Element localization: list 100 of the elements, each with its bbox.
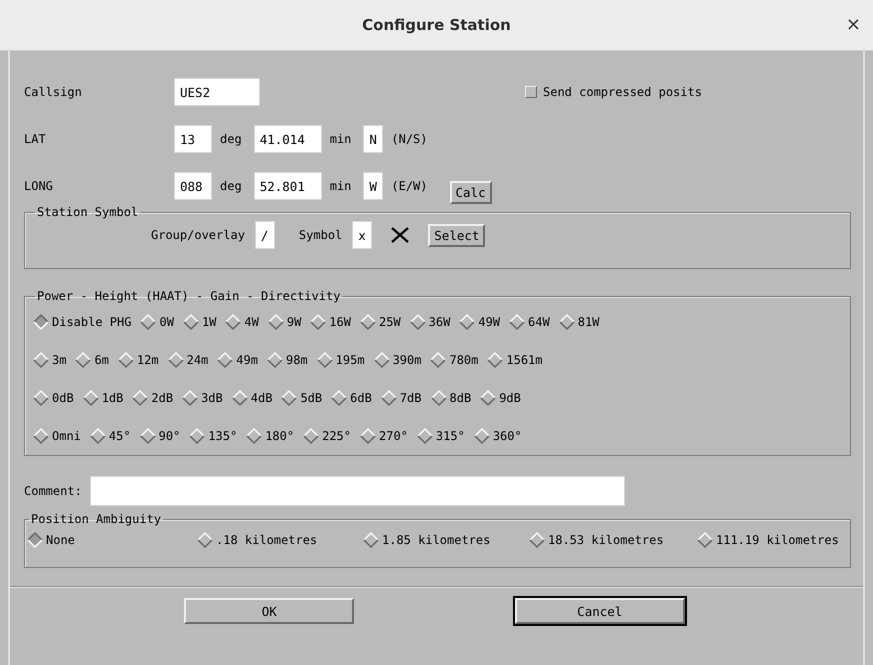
radio-label: 3m (52, 353, 66, 367)
radio-button[interactable] (182, 314, 199, 330)
radio-button[interactable] (374, 352, 390, 368)
callsign-label: Callsign (24, 85, 83, 99)
radio-button[interactable] (246, 428, 262, 444)
radio-label: 180° (265, 429, 294, 443)
radio-label: 780m (449, 353, 478, 367)
radio-button[interactable] (140, 314, 156, 330)
radio-button[interactable] (480, 390, 496, 406)
radio-button[interactable] (82, 390, 99, 406)
radio-button[interactable] (430, 352, 446, 368)
radio-button[interactable] (529, 532, 545, 548)
minutes-field[interactable]: 41.014 (254, 125, 322, 153)
unit-label: min (330, 179, 352, 193)
radio-button[interactable] (380, 390, 397, 406)
radio-label: 5dB (300, 391, 322, 405)
radio-button[interactable] (33, 428, 49, 444)
close-button[interactable]: × (842, 14, 865, 35)
symbol-field[interactable]: x (352, 221, 372, 249)
radio-button[interactable] (303, 428, 320, 444)
radio-button[interactable] (310, 314, 326, 330)
radio-button[interactable] (416, 428, 433, 444)
radio-label: 111.19 kilometres (716, 533, 839, 547)
radio-button[interactable] (363, 532, 379, 548)
radio-label: 81W (578, 315, 600, 329)
checkbox-label: Send compressed posits (543, 85, 702, 99)
callsign-field[interactable]: UES2 (174, 78, 260, 106)
radio-button[interactable] (232, 390, 248, 406)
symbol-label: Symbol (298, 228, 342, 242)
radio-button[interactable] (430, 390, 446, 406)
radio-button[interactable] (697, 532, 713, 548)
radio-button[interactable] (33, 352, 49, 368)
select-button[interactable]: Select (428, 224, 486, 246)
radio-button[interactable] (360, 314, 376, 330)
hint-label: (N/S) (391, 132, 428, 146)
dialog-button[interactable]: Cancel (514, 598, 685, 624)
radio-button[interactable] (118, 352, 134, 368)
radio-label: 360° (492, 429, 522, 443)
coordinate-label: LAT (24, 132, 47, 146)
radio-button[interactable] (90, 428, 106, 444)
minutes-field[interactable]: 52.801 (254, 172, 322, 200)
comment-field[interactable] (90, 476, 625, 506)
radio-button[interactable] (410, 314, 426, 330)
dialog-button[interactable]: OK (184, 598, 354, 624)
radio-button[interactable] (182, 390, 198, 406)
unit-label: deg (220, 179, 242, 193)
radio-button[interactable] (197, 532, 213, 548)
radio-label: 1.85 kilometres (382, 533, 490, 547)
calc-button[interactable]: Calc (450, 180, 492, 204)
radio-label: 18.53 kilometres (548, 533, 664, 547)
radio-label: 9W (286, 315, 302, 329)
radio-label: 9dB (499, 391, 521, 405)
radio-button[interactable] (33, 390, 49, 406)
radio-button[interactable] (189, 428, 206, 444)
radio-label: 0dB (52, 391, 74, 405)
radio-button[interactable] (266, 352, 283, 368)
group-title: Position Ambiguity (30, 512, 162, 526)
coordinate-label: LONG (24, 179, 54, 193)
radio-button[interactable] (268, 314, 284, 330)
radio-button[interactable] (168, 352, 184, 368)
radio-button[interactable] (132, 390, 148, 406)
unit-label: min (330, 132, 352, 146)
radio-label: 16W (329, 315, 351, 329)
radio-button[interactable] (27, 532, 43, 548)
radio-label: 7dB (400, 391, 422, 405)
hemisphere-field[interactable]: N (363, 125, 384, 153)
radio-button[interactable] (75, 352, 92, 368)
radio-button[interactable] (487, 352, 504, 368)
radio-button[interactable] (225, 314, 242, 330)
radio-button[interactable] (281, 390, 298, 406)
degrees-field[interactable]: 13 (174, 125, 212, 153)
radio-button[interactable] (509, 314, 526, 330)
hemisphere-field[interactable]: W (363, 172, 384, 200)
radio-button[interactable] (459, 314, 476, 330)
checkbox[interactable] (525, 86, 537, 98)
radio-label: 25W (378, 315, 401, 329)
radio-button[interactable] (140, 428, 156, 444)
radio-button[interactable] (331, 390, 348, 406)
radio-label: 3dB (201, 391, 223, 405)
radio-label: 45° (108, 429, 131, 443)
radio-button[interactable] (217, 352, 234, 368)
radio-label: .18 kilometres (216, 533, 318, 547)
radio-label: 315° (436, 429, 465, 443)
radio-label: 12m (136, 353, 159, 367)
radio-label: 90° (158, 429, 180, 443)
unit-label: deg (220, 132, 242, 146)
radio-label: 4W (244, 315, 259, 329)
radio-label: 195m (336, 353, 365, 367)
radio-button[interactable] (360, 428, 376, 444)
radio-button[interactable] (316, 352, 333, 368)
radio-button[interactable] (33, 314, 49, 330)
radio-label: 0W (159, 315, 174, 329)
radio-button[interactable] (558, 314, 575, 330)
radio-label: 270° (379, 429, 408, 443)
overlay-field[interactable]: / (254, 221, 275, 249)
radio-label: 4dB (250, 391, 272, 405)
radio-label: 225° (322, 429, 351, 443)
degrees-field[interactable]: 088 (174, 172, 212, 200)
hint-label: (E/W) (391, 179, 428, 193)
radio-button[interactable] (474, 428, 490, 444)
